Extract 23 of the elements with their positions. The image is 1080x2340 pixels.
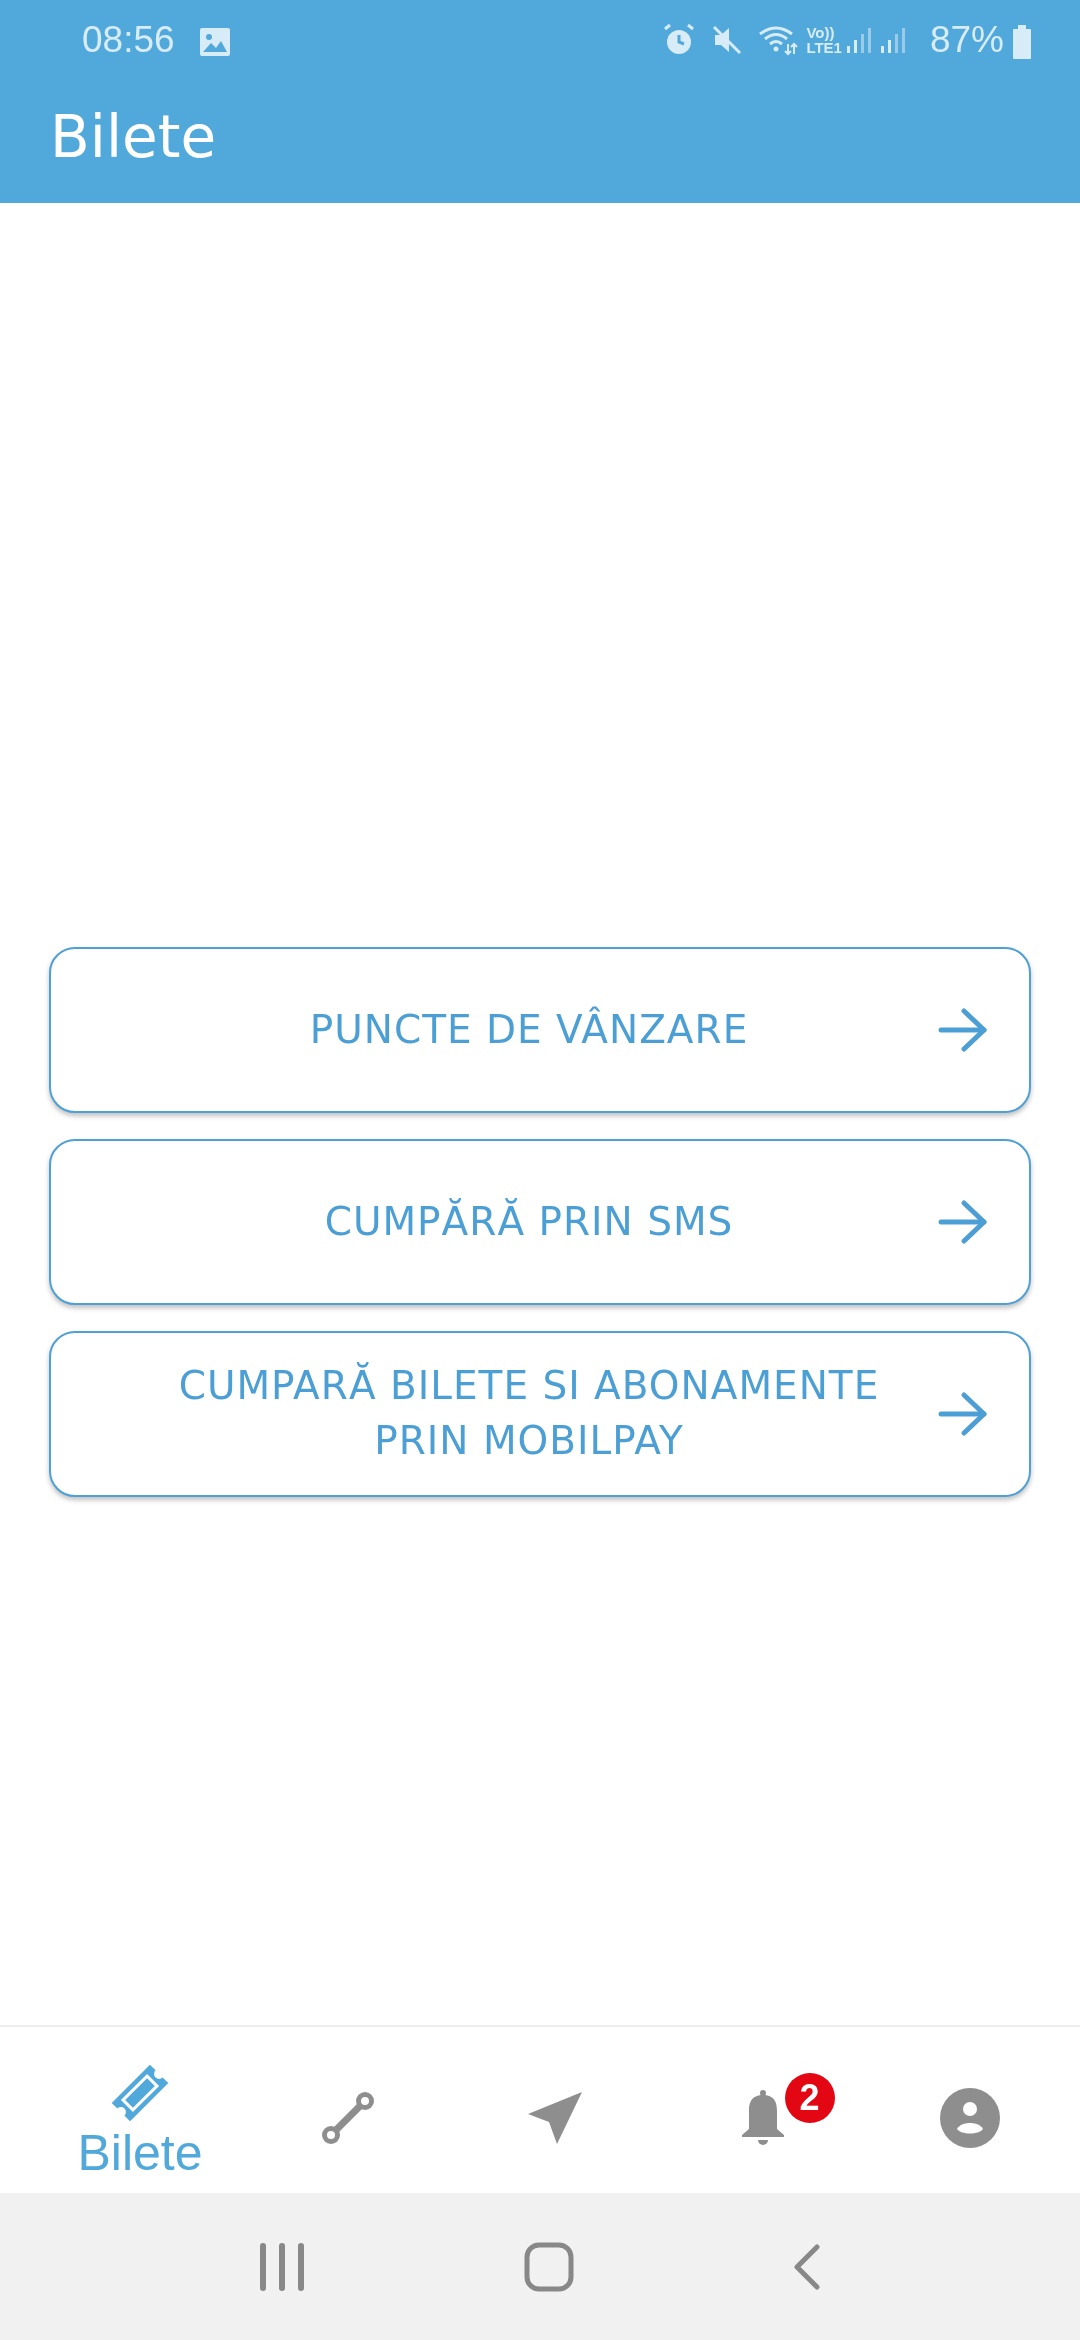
clock-time: 08:56 <box>82 18 175 63</box>
account-icon <box>939 2087 1001 2149</box>
navigation-arrow-icon <box>526 2090 584 2146</box>
nav-tab[interactable]: Bilete <box>50 2042 230 2178</box>
nav-tab[interactable]: 2 <box>672 2073 853 2147</box>
wifi-icon <box>758 24 799 56</box>
signal-icon <box>845 26 872 54</box>
menu-button[interactable]: CUMPĂRĂ PRIN SMS <box>49 1139 1031 1305</box>
image-icon <box>198 27 231 58</box>
network-label: LTE1 <box>806 40 842 55</box>
screen-title: Bilete <box>49 102 218 173</box>
battery-icon <box>1012 25 1032 60</box>
mute-icon <box>712 25 743 55</box>
menu-button[interactable]: CUMPARĂ BILETE SI ABONAMENTE PRIN MOBILPAY <box>49 1331 1031 1497</box>
home-icon[interactable] <box>524 2241 574 2292</box>
menu-button[interactable]: PUNCTE DE VÂNZARE <box>49 947 1031 1113</box>
alarm-icon <box>662 23 697 57</box>
battery-percent: 87% <box>929 18 1004 63</box>
signal-icon <box>879 26 906 54</box>
notification-badge: 2 <box>784 2073 835 2123</box>
network-label: Vo)) <box>806 25 836 40</box>
back-icon[interactable] <box>792 2242 821 2291</box>
recent-apps-icon[interactable] <box>259 2242 306 2291</box>
